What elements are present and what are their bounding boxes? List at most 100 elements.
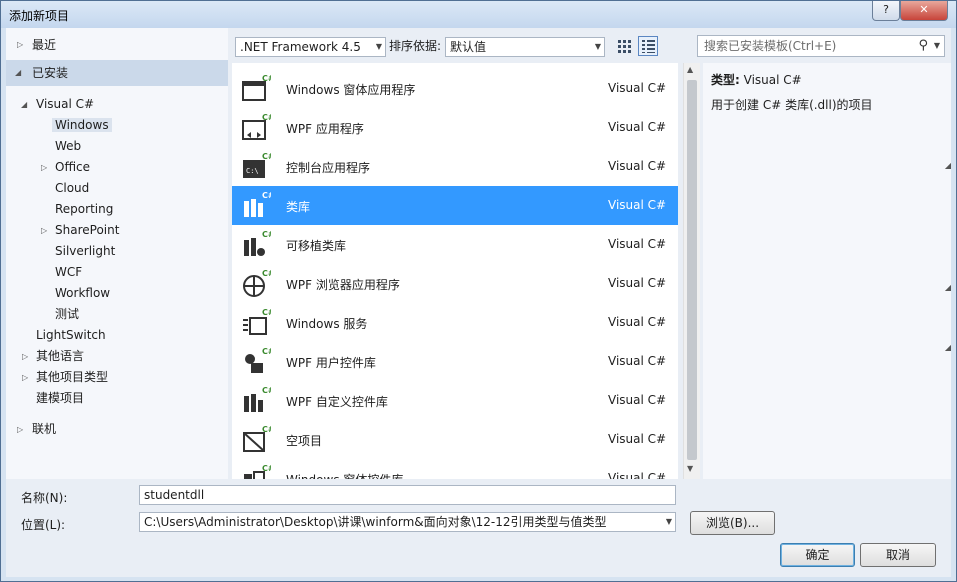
tree-label: Visual C# <box>36 97 95 111</box>
project-template-icon: C# <box>242 74 271 101</box>
tree-label: 其他项目类型 <box>36 370 109 384</box>
type-value: Visual C# <box>743 73 802 87</box>
tree-node-windows[interactable]: Windows <box>52 116 112 135</box>
template-name: WPF 自定义控件库 <box>286 395 388 409</box>
tree-node-office[interactable]: ▷ Office <box>41 158 90 177</box>
project-template-icon: C# <box>243 308 271 335</box>
template-row[interactable]: C# Windows 服务 Visual C# <box>232 303 678 342</box>
tree-label: 其他语言 <box>36 349 85 363</box>
tree-node-cloud[interactable]: Cloud <box>55 179 89 198</box>
sort-label: 排序依据: <box>389 39 442 53</box>
template-row[interactable]: C# Windows 窗体控件库 Visual C# <box>232 459 678 479</box>
template-row[interactable]: C:\C# 控制台应用程序 Visual C# <box>232 147 678 186</box>
template-row[interactable]: C# 空项目 Visual C# <box>232 420 678 459</box>
template-language: Visual C# <box>608 432 667 446</box>
project-template-icon: C# <box>243 269 271 297</box>
search-icon[interactable]: ⚲ <box>918 36 928 56</box>
template-category-tree: ▷ 最近 ◢ 已安装 ◢ Visual C# Windows Web ▷ Off… <box>6 28 228 479</box>
tree-node-visual-csharp[interactable]: ◢ Visual C# <box>21 95 94 114</box>
window-title: 添加新项目 <box>9 9 70 23</box>
browse-button[interactable]: 浏览(B)... <box>690 511 775 535</box>
template-row[interactable]: C# WPF 应用程序 Visual C# <box>232 108 678 147</box>
template-row[interactable]: C# 类库 Visual C# <box>232 186 678 225</box>
template-row[interactable]: C# WPF 用户控件库 Visual C# <box>232 342 678 381</box>
template-name: 类库 <box>286 200 311 214</box>
svg-text:C#: C# <box>262 230 271 239</box>
template-name: WPF 应用程序 <box>286 122 364 136</box>
template-language: Visual C# <box>608 315 667 329</box>
tree-node-modeling-projects[interactable]: 建模项目 <box>36 389 84 408</box>
expand-arrow-icon[interactable]: ▷ <box>22 347 28 366</box>
expand-arrow-icon[interactable]: ▷ <box>41 158 47 177</box>
project-template-icon: C# <box>243 425 271 452</box>
tree-node-workflow[interactable]: Workflow <box>55 284 110 303</box>
svg-text:C#: C# <box>262 386 271 395</box>
project-name-value: studentdll <box>144 488 205 502</box>
expand-arrow-icon[interactable]: ▷ <box>22 368 28 387</box>
template-row[interactable]: C# WPF 自定义控件库 Visual C# <box>232 381 678 420</box>
template-name: Windows 窗体应用程序 <box>286 83 416 97</box>
tree-label: 联机 <box>32 422 57 436</box>
framework-select[interactable]: .NET Framework 4.5 ▼ <box>235 37 386 57</box>
template-row[interactable]: C# WPF 浏览器应用程序 Visual C# <box>232 264 678 303</box>
collapse-arrow-icon: ◢ <box>944 343 951 352</box>
tree-node-recent[interactable]: ▷ 最近 <box>6 32 228 58</box>
project-template-icon: C# <box>242 113 271 140</box>
tree-node-reporting[interactable]: Reporting <box>55 200 113 219</box>
project-template-icon: C:\C# <box>243 152 271 178</box>
tree-node-other-project-types[interactable]: ▷ 其他项目类型 <box>22 368 108 387</box>
search-placeholder: 搜索已安装模板(Ctrl+E) <box>704 39 837 53</box>
collapse-arrow-icon[interactable]: ◢ <box>15 60 21 86</box>
sort-select-value: 默认值 <box>450 40 487 54</box>
expand-arrow-icon[interactable]: ▷ <box>17 420 23 439</box>
svg-text:C#: C# <box>262 152 271 161</box>
tree-node-installed[interactable]: ◢ 已安装 <box>6 60 228 86</box>
ok-button[interactable]: 确定 <box>780 543 855 567</box>
expand-arrow-icon[interactable]: ▷ <box>41 221 47 240</box>
tree-node-other-languages[interactable]: ▷ 其他语言 <box>22 347 84 366</box>
list-view-button[interactable] <box>638 36 658 56</box>
name-label: 名称(N): <box>21 491 68 505</box>
tree-node-wcf[interactable]: WCF <box>55 263 82 282</box>
svg-text:C#: C# <box>262 74 271 83</box>
scrollbar-thumb[interactable] <box>687 80 697 460</box>
chevron-down-icon[interactable]: ▼ <box>666 513 672 531</box>
tree-label: Windows <box>52 118 112 132</box>
tree-node-silverlight[interactable]: Silverlight <box>55 242 115 261</box>
location-input[interactable]: C:\Users\Administrator\Desktop\讲课\winfor… <box>139 512 676 532</box>
add-new-item-dialog: 添加新项目 ? ✕ ▷ 最近 ◢ 已安装 ◢ Visual C# Windows… <box>0 0 957 582</box>
scroll-up-icon[interactable]: ▲ <box>687 65 693 74</box>
tree-node-test[interactable]: 测试 <box>55 305 79 324</box>
chevron-down-icon[interactable]: ▼ <box>934 36 940 56</box>
scroll-down-icon[interactable]: ▼ <box>687 464 693 473</box>
template-row[interactable]: C# Windows 窗体应用程序 Visual C# <box>232 69 678 108</box>
search-input[interactable]: 搜索已安装模板(Ctrl+E) ⚲ ▼ <box>697 35 945 57</box>
svg-text:C#: C# <box>262 308 271 317</box>
template-name: WPF 浏览器应用程序 <box>286 278 400 292</box>
expand-arrow-icon[interactable]: ▷ <box>17 32 23 58</box>
sort-select[interactable]: 默认值 ▼ <box>445 37 605 57</box>
svg-text:C#: C# <box>262 464 271 473</box>
template-name: WPF 用户控件库 <box>286 356 376 370</box>
tree-node-online[interactable]: ▷ 联机 <box>17 420 56 439</box>
tree-node-lightswitch[interactable]: LightSwitch <box>36 326 106 345</box>
help-button[interactable]: ? <box>872 1 900 21</box>
chevron-down-icon: ▼ <box>594 42 601 51</box>
template-language: Visual C# <box>608 81 667 95</box>
small-icons-view-button[interactable] <box>614 36 634 56</box>
template-language: Visual C# <box>608 159 667 173</box>
location-value: C:\Users\Administrator\Desktop\讲课\winfor… <box>144 515 607 529</box>
project-template-icon: C# <box>244 464 271 479</box>
cancel-button[interactable]: 取消 <box>860 543 936 567</box>
collapse-arrow-icon: ◢ <box>944 161 951 170</box>
template-row[interactable]: C# 可移植类库 Visual C# <box>232 225 678 264</box>
type-label: 类型: <box>711 73 740 87</box>
template-type: 类型: Visual C# <box>711 71 802 88</box>
collapse-arrow-icon[interactable]: ◢ <box>21 95 27 114</box>
project-name-input[interactable]: studentdll <box>139 485 676 505</box>
template-language: Visual C# <box>608 393 667 407</box>
tree-node-web[interactable]: Web <box>55 137 81 156</box>
close-button[interactable]: ✕ <box>900 1 948 21</box>
template-list-scrollbar[interactable]: ▲ ▼ <box>683 63 700 479</box>
tree-node-sharepoint[interactable]: ▷ SharePoint <box>41 221 119 240</box>
